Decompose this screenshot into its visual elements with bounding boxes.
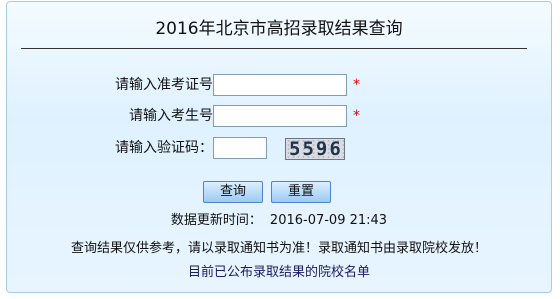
captcha-label: 请输入验证码： xyxy=(115,140,213,156)
title-divider xyxy=(21,48,527,49)
published-colleges-link[interactable]: 目前已公布录取结果的院校名单 xyxy=(7,261,551,280)
candidate-id-label: 请输入考生号 xyxy=(129,108,213,124)
update-time-row: 数据更新时间： 2016-07-09 21:43 xyxy=(7,209,551,228)
update-time-value: 2016-07-09 21:43 xyxy=(269,213,388,228)
captcha-image-text: 5596 xyxy=(289,138,343,160)
query-button[interactable]: 查询 xyxy=(203,181,263,203)
exam-id-input[interactable] xyxy=(213,74,347,96)
candidate-id-input[interactable] xyxy=(213,105,347,127)
candidate-id-required-mark: * xyxy=(353,108,360,124)
exam-id-label: 请输入准考证号 xyxy=(115,77,213,93)
page-title: 2016年北京市高招录取结果查询 xyxy=(155,19,403,39)
captcha-image[interactable]: 5596 xyxy=(285,138,345,160)
update-time-label: 数据更新时间： xyxy=(170,213,262,228)
disclaimer-notice: 查询结果仅供参考，请以录取通知书为准！录取通知书由录取院校发放！ xyxy=(70,241,487,256)
query-panel: 2016年北京市高招录取结果查询 请输入准考证号 * 请输入考生号 * 请输入验… xyxy=(6,1,552,293)
reset-button[interactable]: 重置 xyxy=(271,181,331,203)
exam-id-required-mark: * xyxy=(353,77,360,93)
captcha-input[interactable] xyxy=(213,137,267,159)
